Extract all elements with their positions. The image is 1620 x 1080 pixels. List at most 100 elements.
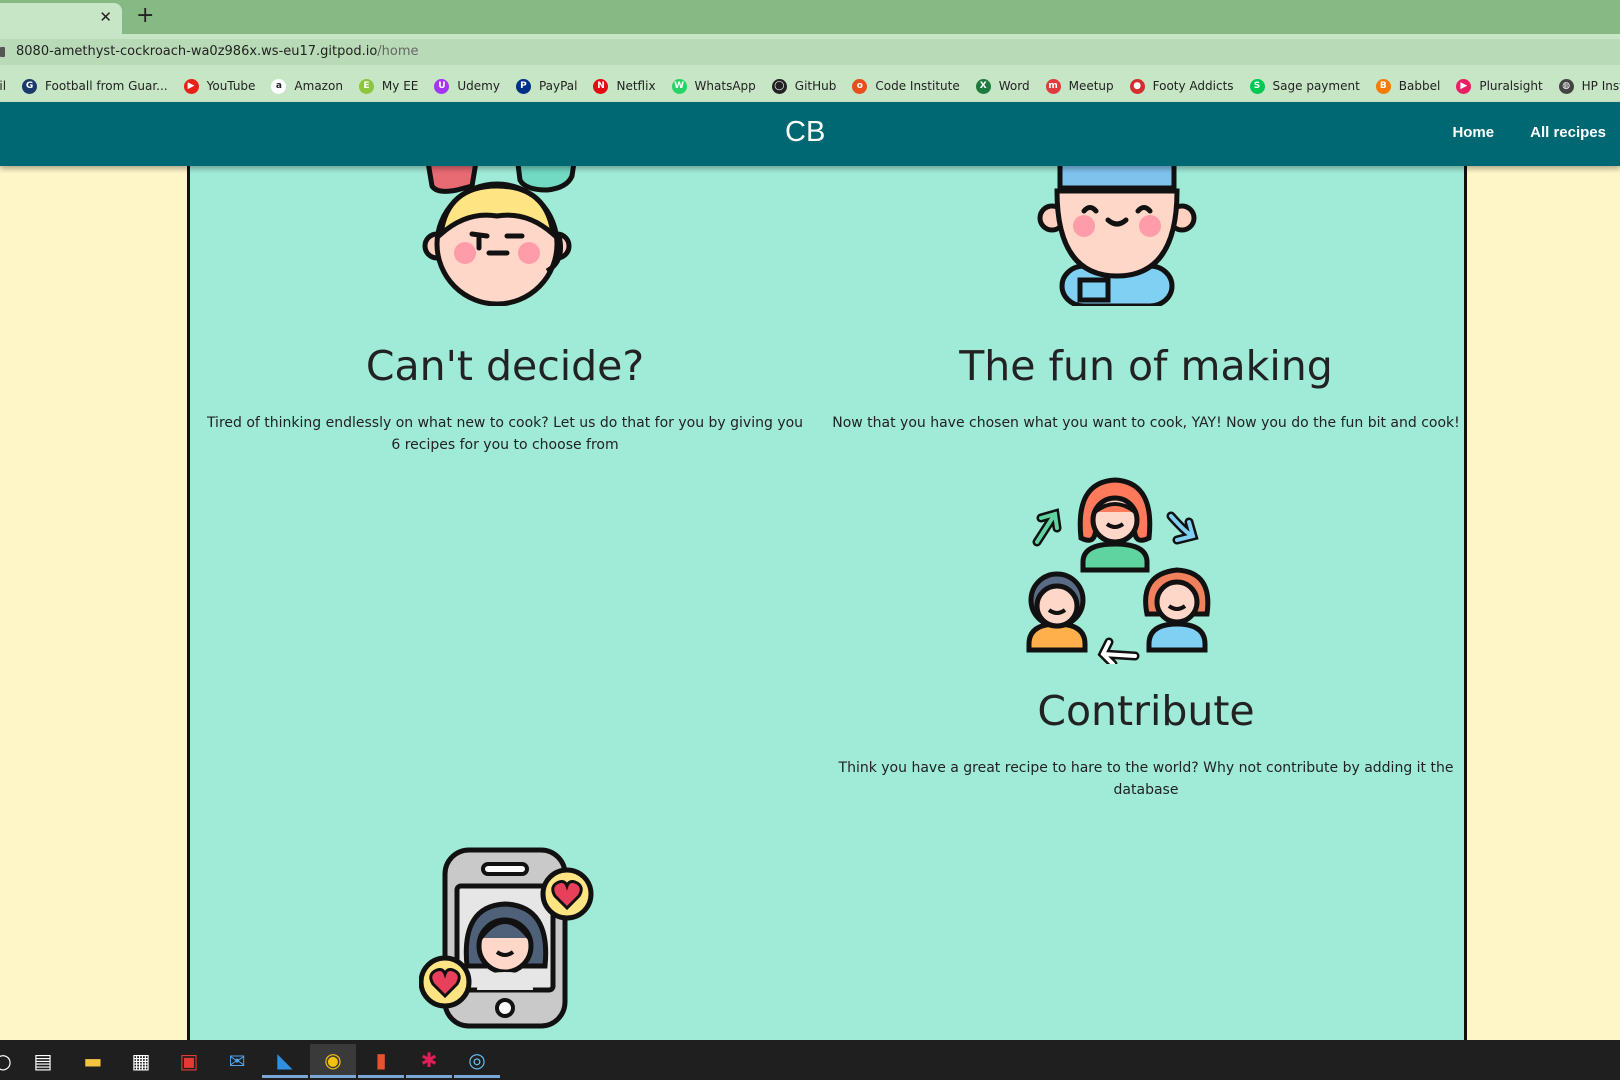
bookmark-amazon[interactable]: a Amazon <box>271 78 343 94</box>
babbel-icon: B <box>1375 78 1391 94</box>
bookmark-label: YouTube <box>206 79 256 93</box>
url-host: 8080-amethyst-cockroach-wa0z986x.ws-eu17… <box>16 44 378 59</box>
taskbar-task-view-button[interactable]: ▤ <box>20 1044 66 1078</box>
bookmark-code-institute[interactable]: o Code Institute <box>852 78 960 94</box>
bookmark-my-ee[interactable]: E My EE <box>358 78 419 94</box>
bookmark-label: Amazon <box>294 79 343 93</box>
bookmark-label: HP Instant Ink <box>1581 79 1620 93</box>
community-illustration <box>1026 477 1211 664</box>
chef-illustration <box>1037 166 1197 306</box>
url-path: /home <box>377 44 419 59</box>
bookmark-netflix[interactable]: N Netflix <box>593 78 656 94</box>
sage-icon: S <box>1249 78 1265 94</box>
bookmark-label: Word <box>998 79 1030 93</box>
bookmark-label: WhatsApp <box>694 79 756 93</box>
taskbar-gift-button[interactable]: ▣ <box>166 1044 212 1078</box>
bookmark-football-from-guar[interactable]: G Football from Guar... <box>22 78 168 94</box>
bookmark-label: GitHub <box>794 79 837 93</box>
features-section: Can't decide? Tired of thinking endlessl… <box>187 166 1467 1040</box>
bookmark-label: My EE <box>381 79 419 93</box>
undecided-person-illustration <box>422 166 577 306</box>
taskbar-store-button[interactable]: ▦ <box>118 1044 164 1078</box>
bookmark-pluralsight[interactable]: ▶ Pluralsight <box>1456 78 1543 94</box>
feature-cant-decide: Can't decide? Tired of thinking endlessl… <box>202 342 808 456</box>
bookmark-babbel[interactable]: B Babbel <box>1375 78 1441 94</box>
bookmark-label: Udemy <box>457 79 500 93</box>
bookmark-label: Code Institute <box>875 79 960 93</box>
bookmarks-bar: ail G Football from Guar... ▶ YouTube a Amazo… <box>0 70 1620 102</box>
bookmark-youtube[interactable]: ▶ YouTube <box>183 78 256 94</box>
gift-icon: ▣ <box>179 1049 199 1073</box>
bookmark-label: Pluralsight <box>1479 79 1543 93</box>
browser-tab-active[interactable]: ✕ <box>0 3 122 34</box>
bookmark-word[interactable]: X Word <box>975 78 1030 94</box>
taskbar-steam-button[interactable]: ◎ <box>454 1044 500 1078</box>
slack-icon: ✱ <box>420 1047 438 1072</box>
file-explorer-icon: ▬ <box>83 1049 103 1073</box>
whatsapp-icon: W <box>671 78 687 94</box>
code-institute-icon: o <box>852 78 868 94</box>
site-navbar: CB Home All recipes <box>0 102 1620 166</box>
steam-icon: ◎ <box>468 1047 486 1072</box>
bookmark-label: Babbel <box>1398 79 1441 93</box>
taskbar-slack-button[interactable]: ✱ <box>406 1044 452 1078</box>
nav-link-all-recipes[interactable]: All recipes <box>1530 124 1606 141</box>
feature-text: Think you have a great recipe to hare to… <box>838 760 1454 798</box>
feature-title: Can't decide? <box>365 342 645 390</box>
bookmark-sage-payment[interactable]: S Sage payment <box>1249 78 1360 94</box>
url-text: 8080-amethyst-cockroach-wa0z986x.ws-eu17… <box>16 44 419 59</box>
url-input[interactable]: 8080-amethyst-cockroach-wa0z986x.ws-eu17… <box>0 39 1620 65</box>
feature-text: Tired of thinking endlessly on what new … <box>206 415 804 453</box>
taskbar-file-explorer-button[interactable]: ▬ <box>70 1044 116 1078</box>
taskbar-vscode-button[interactable]: ◣ <box>262 1044 308 1078</box>
bookmark-udemy[interactable]: U Udemy <box>434 78 500 94</box>
feature-contribute: Contribute Think you have a great recipe… <box>826 687 1464 801</box>
amazon-icon: a <box>271 78 287 94</box>
pluralsight-icon: ▶ <box>1456 78 1472 94</box>
search-icon: ○ <box>0 1049 12 1073</box>
guardian-icon: G <box>22 78 38 94</box>
chrome-icon: ◉ <box>324 1047 342 1072</box>
nav-link-home[interactable]: Home <box>1452 124 1494 141</box>
bookmark-gmail[interactable]: ail <box>0 79 6 93</box>
feature-title: The fun of making <box>959 342 1333 390</box>
bookmark-meetup[interactable]: m Meetup <box>1045 78 1114 94</box>
footy-addicts-icon: ● <box>1129 78 1145 94</box>
office-icon: ▮ <box>375 1047 387 1072</box>
meetup-icon: m <box>1045 78 1061 94</box>
tab-close-icon[interactable]: ✕ <box>99 8 112 26</box>
taskbar-office-button[interactable]: ▮ <box>358 1044 404 1078</box>
browser-tabstrip: ✕ + <box>0 0 1620 34</box>
brand-logo[interactable]: CB <box>785 116 825 149</box>
udemy-icon: U <box>434 78 450 94</box>
bookmark-label: Netflix <box>616 79 656 93</box>
browser-address-bar: 8080-amethyst-cockroach-wa0z986x.ws-eu17… <box>0 34 1620 70</box>
task-view-icon: ▤ <box>33 1049 53 1073</box>
bookmark-label: Footy Addicts <box>1152 79 1234 93</box>
feature-fun-of-making: The fun of making Now that you have chos… <box>826 342 1464 434</box>
os-taskbar: ○ ▤ ▬ ▦ ▣ ✉ ◣ ◉ ▮ ✱ ◎ <box>0 1040 1620 1080</box>
bookmark-github[interactable]: ◯ GitHub <box>771 78 837 94</box>
feature-text: Now that you have chosen what you want t… <box>832 415 1460 431</box>
ee-icon: E <box>358 78 374 94</box>
bookmark-label: Meetup <box>1068 79 1114 93</box>
bookmark-hp-instant-ink[interactable]: ◍ HP Instant Ink <box>1558 78 1620 94</box>
bookmark-label: PayPal <box>538 79 578 93</box>
bookmark-paypal[interactable]: P PayPal <box>515 78 578 94</box>
vscode-icon: ◣ <box>277 1047 293 1072</box>
bookmark-whatsapp[interactable]: W WhatsApp <box>671 78 756 94</box>
mail-icon: ✉ <box>228 1049 246 1073</box>
phone-likes-illustration <box>419 847 594 1029</box>
netflix-icon: N <box>593 78 609 94</box>
taskbar-mail-button[interactable]: ✉ <box>214 1044 260 1078</box>
lock-icon[interactable] <box>0 47 5 57</box>
nav-links: Home All recipes <box>1452 124 1606 141</box>
paypal-icon: P <box>515 78 531 94</box>
taskbar-chrome-button[interactable]: ◉ <box>310 1044 356 1078</box>
youtube-icon: ▶ <box>183 78 199 94</box>
bookmark-label: Football from Guar... <box>45 79 168 93</box>
new-tab-button[interactable]: + <box>136 3 154 28</box>
bookmark-label: Sage payment <box>1272 79 1360 93</box>
bookmark-footy-addicts[interactable]: ● Footy Addicts <box>1129 78 1234 94</box>
feature-title: Contribute <box>1037 687 1255 735</box>
